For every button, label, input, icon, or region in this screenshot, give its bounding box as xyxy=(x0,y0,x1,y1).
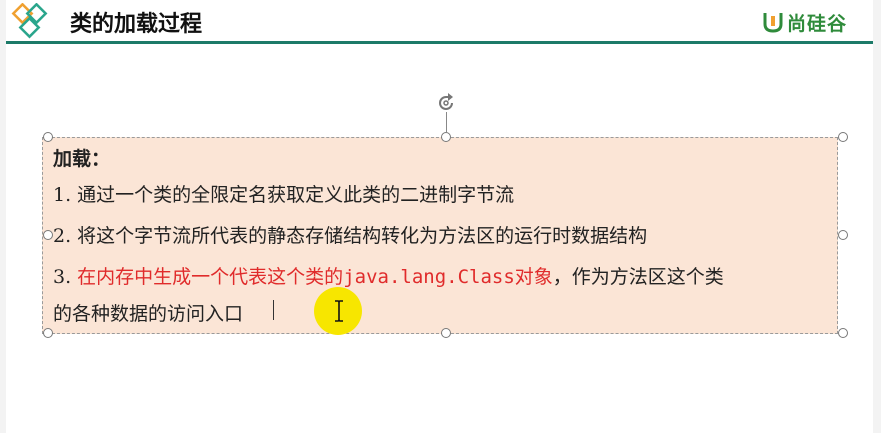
resize-handle-top[interactable] xyxy=(441,132,451,142)
content-line-3: 3. 在内存中生成一个代表这个类的java.lang.Class对象，作为方法区… xyxy=(53,262,724,289)
resize-handle-bottom-left[interactable] xyxy=(43,328,53,338)
line-3-highlight-a: 在内存中生成一个代表这个类的 xyxy=(77,266,344,288)
resize-handle-top-right[interactable] xyxy=(838,132,848,142)
content-line-4: 的各种数据的访问入口 xyxy=(53,303,244,325)
resize-handle-left[interactable] xyxy=(43,230,53,240)
ibeam-cursor-icon xyxy=(335,300,343,322)
resize-handle-right[interactable] xyxy=(838,230,848,240)
resize-handle-top-left[interactable] xyxy=(43,132,53,142)
resize-handle-bottom-right[interactable] xyxy=(838,328,848,338)
resize-handle-bottom[interactable] xyxy=(441,328,451,338)
logo-text: 尚硅谷 xyxy=(787,12,848,35)
rotate-handle-icon[interactable] xyxy=(434,91,458,115)
slide-title: 类的加载过程 xyxy=(70,12,203,37)
content-line-1: 1. 通过一个类的全限定名获取定义此类的二进制字节流 xyxy=(53,184,515,206)
content-heading: 加载： xyxy=(53,148,111,170)
atguigu-logo-icon xyxy=(763,13,783,33)
rotate-connector xyxy=(446,112,447,132)
line-3-number: 3. xyxy=(53,266,78,288)
line-3-highlight-b: 对象 xyxy=(514,266,553,288)
header-divider xyxy=(6,41,873,44)
slide-header: 类的加载过程 尚硅谷 xyxy=(6,0,873,44)
diamonds-icon xyxy=(11,3,48,39)
selected-text-box[interactable]: 加载： 1. 通过一个类的全限定名获取定义此类的二进制字节流 2. 将这个字节流… xyxy=(42,137,838,334)
text-caret xyxy=(273,300,274,320)
line-3-code: java.lang.Class xyxy=(343,266,515,288)
brand-logo: 尚硅谷 xyxy=(762,9,847,35)
content-line-2: 2. 将这个字节流所代表的静态存储结构转化为方法区的运行时数据结构 xyxy=(53,225,648,247)
line-3-rest: ，作为方法区这个类 xyxy=(552,266,724,288)
